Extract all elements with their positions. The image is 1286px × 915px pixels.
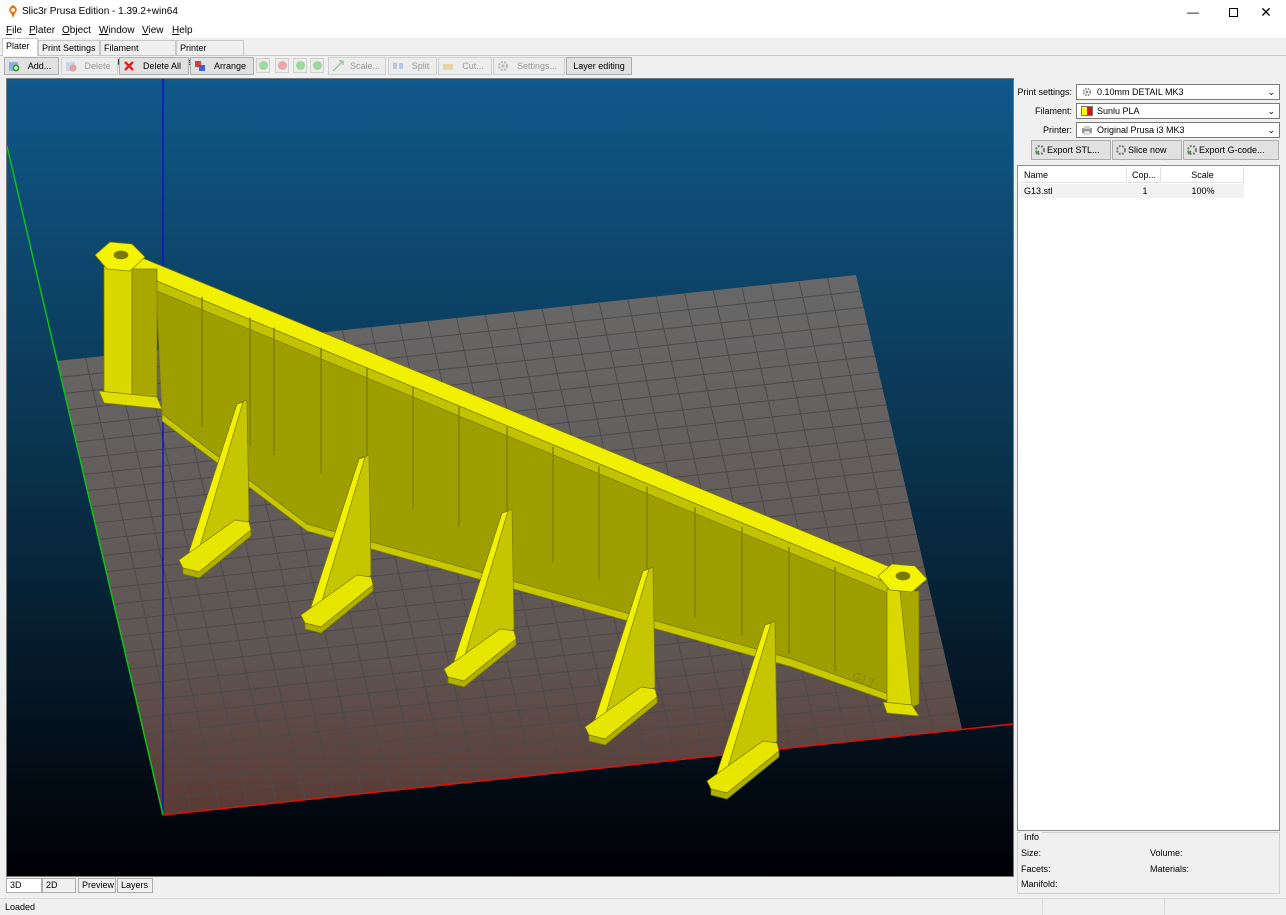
delete-all-x-icon bbox=[124, 61, 134, 71]
status-divider bbox=[1164, 899, 1165, 915]
settings-label: Settings... bbox=[516, 61, 558, 71]
view-tab-layers[interactable]: Layers bbox=[117, 878, 153, 893]
split-icon bbox=[393, 63, 403, 69]
menu-plater[interactable]: Plater bbox=[29, 25, 55, 37]
tab-plater[interactable]: Plater bbox=[2, 38, 38, 56]
view-tab-preview[interactable]: Preview bbox=[78, 878, 116, 893]
table-row-copies[interactable]: 1 bbox=[1128, 184, 1162, 198]
export-stl-button[interactable]: Export STL... bbox=[1031, 140, 1111, 160]
cut-button[interactable]: Cut... bbox=[438, 57, 492, 75]
chevron-down-icon: ⌄ bbox=[1267, 87, 1275, 97]
gear-icon bbox=[1082, 87, 1092, 97]
status-divider bbox=[1042, 899, 1043, 915]
printer-value: Original Prusa i3 MK3 bbox=[1097, 125, 1185, 135]
column-header-scale[interactable]: Scale bbox=[1162, 167, 1244, 183]
increase-copies-button[interactable] bbox=[256, 58, 270, 73]
menu-help[interactable]: Help bbox=[172, 25, 193, 37]
info-size-label: Size: bbox=[1021, 848, 1042, 858]
delete-all-button[interactable]: Delete All bbox=[119, 57, 189, 75]
print-settings-combo[interactable]: 0.10mm DETAIL MK3 ⌄ bbox=[1076, 84, 1280, 100]
filament-color-icon bbox=[1081, 106, 1093, 116]
scale-button[interactable]: Scale... bbox=[328, 57, 386, 75]
arrange-icon bbox=[195, 61, 205, 71]
layer-editing-button[interactable]: Layer editing bbox=[566, 57, 632, 75]
print-settings-value: 0.10mm DETAIL MK3 bbox=[1097, 87, 1184, 97]
export-icon bbox=[1035, 145, 1045, 155]
3d-scene: G13 bbox=[7, 79, 1013, 876]
tab-filament-settings[interactable]: Filament Settings bbox=[100, 40, 176, 67]
settings-button[interactable]: Settings... bbox=[493, 57, 565, 75]
close-button[interactable]: ✕ bbox=[1243, 0, 1286, 24]
title-bar bbox=[0, 0, 1286, 24]
status-text: Loaded bbox=[5, 902, 36, 912]
window-title: Slic3r Prusa Edition - 1.39.2+win64 bbox=[22, 6, 178, 17]
view-tab-3d[interactable]: 3D bbox=[6, 878, 42, 893]
info-materials-label: Materials: bbox=[1150, 864, 1190, 874]
delete-all-label: Delete All bbox=[142, 61, 182, 71]
info-manifold-label: Manifold: bbox=[1021, 879, 1058, 889]
tab-printer-settings[interactable]: Printer Settings bbox=[176, 40, 244, 67]
3d-viewport[interactable]: G13 bbox=[6, 78, 1014, 877]
info-title: Info bbox=[1021, 832, 1043, 842]
delete-label: Delete bbox=[84, 61, 111, 71]
delete-icon bbox=[66, 62, 77, 72]
delete-button[interactable]: Delete bbox=[61, 57, 118, 75]
slic3r-logo-icon bbox=[9, 5, 17, 18]
column-header-copies[interactable]: Cop... bbox=[1128, 167, 1161, 183]
table-row-scale[interactable]: 100% bbox=[1162, 184, 1244, 198]
column-header-name[interactable]: Name bbox=[1019, 167, 1127, 183]
table-row-name[interactable]: G13.stl bbox=[1019, 184, 1128, 198]
slice-icon bbox=[1116, 145, 1126, 155]
cut-label: Cut... bbox=[462, 61, 484, 71]
decrease-copies-button[interactable] bbox=[275, 58, 289, 73]
print-settings-label: Print settings: bbox=[1017, 87, 1072, 97]
add-button[interactable]: Add... bbox=[4, 57, 59, 75]
export-icon bbox=[1187, 145, 1197, 155]
info-volume-label: Volume: bbox=[1150, 848, 1183, 858]
close-icon: ✕ bbox=[1260, 3, 1272, 20]
printer-combo[interactable]: Original Prusa i3 MK3 ⌄ bbox=[1076, 122, 1280, 138]
menu-object[interactable]: Object bbox=[62, 25, 91, 37]
filament-combo[interactable]: Sunlu PLA ⌄ bbox=[1076, 103, 1280, 119]
scale-label: Scale... bbox=[349, 61, 380, 71]
add-label: Add... bbox=[27, 61, 52, 71]
arrange-label: Arrange bbox=[213, 61, 247, 71]
export-stl-label: Export STL... bbox=[1047, 145, 1100, 155]
scale-icon bbox=[332, 60, 344, 72]
arrange-button[interactable]: Arrange bbox=[190, 57, 254, 75]
tab-print-settings[interactable]: Print Settings bbox=[38, 40, 100, 55]
filament-label: Filament: bbox=[1034, 106, 1072, 116]
split-button[interactable]: Split bbox=[388, 57, 437, 75]
printer-icon bbox=[1082, 126, 1092, 135]
rotate-left-icon bbox=[296, 61, 305, 70]
plus-icon bbox=[259, 61, 268, 70]
chevron-down-icon: ⌄ bbox=[1267, 106, 1275, 116]
slice-now-label: Slice now bbox=[1128, 145, 1167, 155]
export-gcode-label: Export G-code... bbox=[1199, 145, 1265, 155]
info-facets-label: Facets: bbox=[1021, 864, 1051, 874]
menu-file[interactable]: File bbox=[6, 25, 22, 37]
split-label: Split bbox=[411, 61, 430, 71]
minus-icon bbox=[278, 61, 287, 70]
menu-window[interactable]: Window bbox=[99, 25, 135, 37]
minimize-icon: — bbox=[1187, 5, 1199, 19]
rotate-left-button[interactable] bbox=[293, 58, 307, 73]
maximize-icon bbox=[1228, 7, 1238, 17]
layer-editing-label: Layer editing bbox=[573, 61, 625, 71]
menu-view[interactable]: View bbox=[142, 25, 164, 37]
add-icon bbox=[9, 62, 20, 72]
rotate-right-button[interactable] bbox=[310, 58, 324, 73]
slice-now-button[interactable]: Slice now bbox=[1112, 140, 1182, 160]
chevron-down-icon: ⌄ bbox=[1267, 125, 1275, 135]
export-gcode-button[interactable]: Export G-code... bbox=[1183, 140, 1279, 160]
rotate-right-icon bbox=[313, 61, 322, 70]
object-list[interactable] bbox=[1017, 165, 1280, 831]
filament-value: Sunlu PLA bbox=[1097, 106, 1140, 116]
printer-label: Printer: bbox=[1042, 125, 1072, 135]
cut-icon bbox=[443, 64, 453, 70]
status-bar bbox=[0, 898, 1286, 915]
settings-cog-icon bbox=[498, 61, 508, 71]
view-tab-2d[interactable]: 2D bbox=[42, 878, 76, 893]
